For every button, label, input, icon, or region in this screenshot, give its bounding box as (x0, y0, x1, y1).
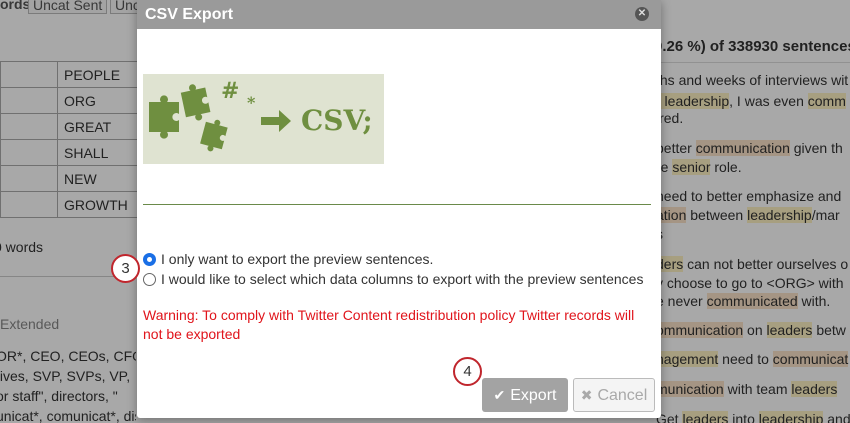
divider (143, 204, 651, 205)
export-label: Export (510, 387, 557, 404)
check-icon: ✔ (493, 387, 506, 403)
twitter-warning: Warning: To comply with Twitter Content … (143, 307, 635, 342)
svg-text:*: * (247, 93, 256, 112)
option-preview-only[interactable]: I only want to export the preview senten… (143, 251, 433, 267)
export-button[interactable]: ✔ Export (482, 378, 568, 412)
logo-text: CSV; (301, 104, 373, 137)
svg-text:#: # (221, 78, 239, 104)
option-label: I would like to select which data column… (161, 271, 644, 287)
csv-export-dialog: CSV Export ✕ # * CSV; I only want to exp… (111, 0, 661, 418)
option-label: I only want to export the preview senten… (161, 251, 434, 267)
dialog-title: CSV Export (145, 6, 234, 23)
puzzle-pieces-icon: # * (149, 78, 291, 152)
radio-button[interactable] (143, 273, 156, 286)
dialog-header: CSV Export ✕ (137, 0, 661, 29)
csv-logo: # * CSV; (143, 74, 384, 164)
cancel-label: Cancel (597, 387, 648, 404)
step-marker-4: 4 (453, 357, 482, 386)
radio-button-selected[interactable] (143, 253, 156, 266)
close-icon[interactable]: ✕ (635, 7, 649, 21)
puzzle-to-csv-illustration: # * CSV; (149, 78, 373, 152)
x-icon: ✖ (580, 387, 593, 403)
option-select-columns[interactable]: I would like to select which data column… (143, 271, 643, 287)
cancel-button[interactable]: ✖ Cancel (573, 378, 655, 412)
step-marker-3: 3 (111, 254, 140, 283)
